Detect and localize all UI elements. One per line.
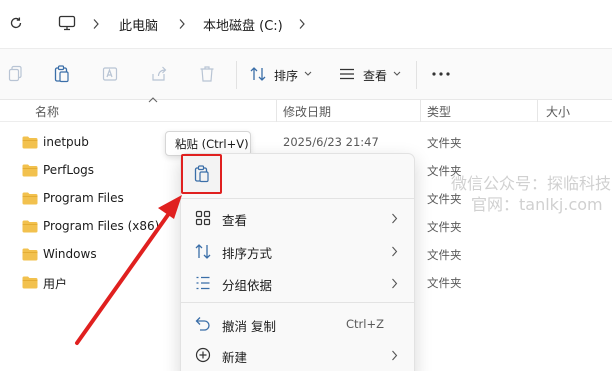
annotation-arrow bbox=[75, 195, 182, 345]
